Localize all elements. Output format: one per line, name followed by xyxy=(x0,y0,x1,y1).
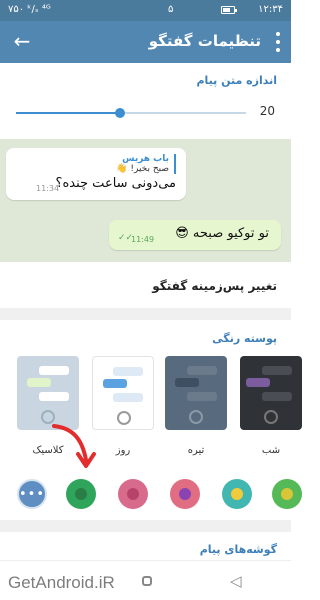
theme-label-night: شب xyxy=(261,445,281,456)
theme-radio[interactable] xyxy=(189,410,203,424)
double-check-icon: ✓✓ xyxy=(118,233,134,243)
theme-card-day[interactable] xyxy=(92,356,154,430)
text-size-label: اندازه متن پیام xyxy=(196,74,277,87)
accent-swatch-green[interactable] xyxy=(66,479,96,509)
incoming-message-time: 11:34 xyxy=(36,184,60,193)
incoming-message-bubble: باب هریس صبح بخیر! 👋 می‌دونی ساعت چنده؟ … xyxy=(6,148,186,200)
reply-text: صبح بخیر! 👋 xyxy=(116,164,169,174)
chat-preview: باب هریس صبح بخیر! 👋 می‌دونی ساعت چنده؟ … xyxy=(0,139,291,262)
theme-card-night[interactable] xyxy=(240,356,302,430)
reply-name: باب هریس xyxy=(122,154,169,164)
text-size-value: 20 xyxy=(259,104,275,118)
accent-swatch-teal[interactable] xyxy=(222,479,252,509)
theme-label-dark: تیره xyxy=(187,445,205,456)
watermark-text: GetAndroid.iR xyxy=(8,573,115,592)
color-theme-label: پوسته رنگی xyxy=(212,332,277,345)
nav-back-icon[interactable]: ◁ xyxy=(230,572,242,590)
outgoing-message-bubble: تو توکیو صبحه 😎 11:49 ✓✓ xyxy=(109,220,281,250)
accent-swatch-pink[interactable] xyxy=(118,479,148,509)
more-colors-button[interactable]: ••• xyxy=(17,479,47,509)
more-vert-icon[interactable] xyxy=(271,31,285,53)
system-nav-bar: GetAndroid.iR ◁ xyxy=(0,560,291,600)
change-background-item[interactable]: تغییر پس‌زمینه گفتگو xyxy=(152,279,277,293)
slider-thumb[interactable] xyxy=(114,108,125,118)
more-horiz-icon: ••• xyxy=(19,487,46,502)
page-title: تنظیمات گفتگو xyxy=(148,32,261,50)
home-icon[interactable] xyxy=(142,576,152,586)
chat-corners-label: گوشه‌های پیام xyxy=(199,543,277,556)
theme-radio[interactable] xyxy=(117,411,131,425)
status-time: ۱۲:۳۴ xyxy=(258,4,283,15)
outgoing-message-time: 11:49 xyxy=(131,235,155,244)
accent-swatch-purple[interactable] xyxy=(170,479,200,509)
accent-swatch-lime[interactable] xyxy=(272,479,302,509)
status-bar: ۷۵۰ ᵏ/ₛ ⁴ᴳ ۵ ۱۲:۳۴ xyxy=(0,0,291,21)
theme-card-dark[interactable] xyxy=(165,356,227,430)
incoming-message-text: می‌دونی ساعت چنده؟ xyxy=(55,176,176,191)
theme-radio[interactable] xyxy=(264,410,278,424)
slider-fill xyxy=(16,112,120,114)
section-divider xyxy=(0,520,291,532)
reply-quote: باب هریس صبح بخیر! 👋 xyxy=(26,154,176,174)
network-status: ۷۵۰ ᵏ/ₛ ⁴ᴳ xyxy=(8,4,51,15)
theme-card-classic[interactable] xyxy=(17,356,79,430)
text-size-slider[interactable] xyxy=(16,106,246,120)
app-bar: ← تنظیمات گفتگو xyxy=(0,21,291,63)
annotation-arrow xyxy=(52,424,96,468)
notification-count: ۵ xyxy=(168,4,174,15)
battery-icon xyxy=(221,6,237,14)
section-divider xyxy=(0,308,291,320)
outgoing-message-text: تو توکیو صبحه 😎 xyxy=(175,226,269,241)
